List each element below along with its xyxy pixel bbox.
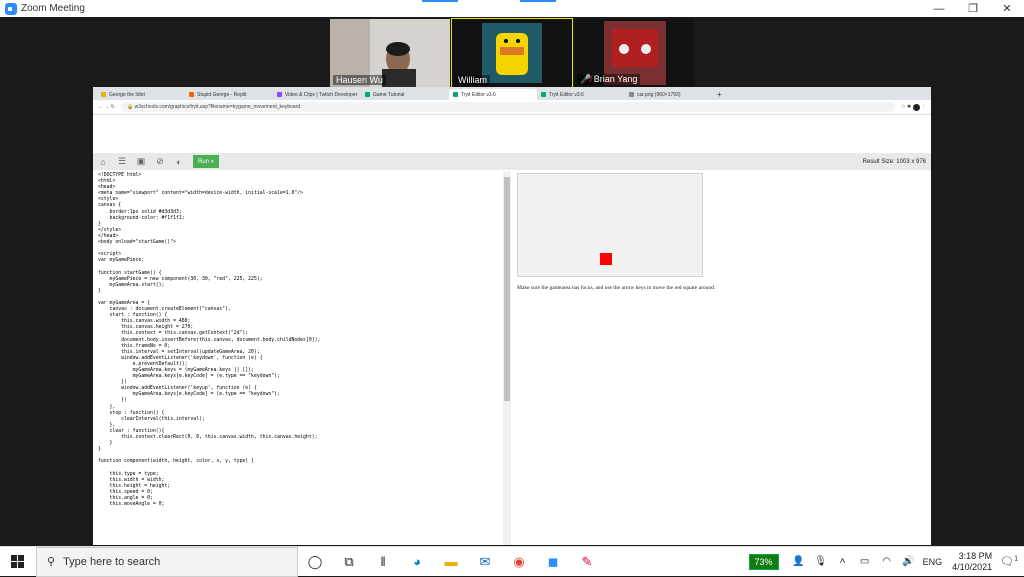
browser-tab-active[interactable]: Tryit Editor v3.6	[449, 89, 537, 100]
browser-tab[interactable]: Video & Clips | Twitch Developer	[273, 89, 361, 100]
taskbar-search-box[interactable]: ⚲ Type here to search	[36, 546, 298, 577]
back-icon[interactable]: ←	[98, 104, 103, 110]
notification-count: 1	[1014, 555, 1018, 563]
orientation-icon[interactable]: ⊘	[155, 156, 165, 167]
menu-kebab-icon[interactable]: ⋮	[921, 104, 926, 110]
language-indicator[interactable]: ENG	[923, 557, 943, 567]
code-editor[interactable]: <!DOCTYPE html> <html> <head> <meta name…	[93, 171, 511, 545]
task-view-icon[interactable]: ⧉	[332, 547, 366, 577]
reload-icon[interactable]: ↻	[111, 104, 115, 110]
tab-label: Tryit Editor v3.6	[461, 91, 496, 98]
forward-icon[interactable]: →	[104, 104, 109, 110]
participant-video-brian[interactable]: 🎤̸ Brian Yang	[574, 19, 694, 87]
run-button[interactable]: Run »	[193, 155, 220, 168]
tab-label: Tryit Editor v3.6	[549, 91, 584, 98]
browser-tab[interactable]: car.png (960×1793)	[625, 89, 713, 100]
windows-logo-icon	[11, 554, 24, 568]
cortana-icon[interactable]: ◯	[298, 547, 332, 577]
chrome-icon[interactable]: ◉	[502, 547, 536, 577]
tab-label: Video & Clips | Twitch Developer	[285, 91, 358, 98]
clock-date: 4/10/2021	[952, 561, 993, 572]
participant-name: William	[455, 75, 490, 85]
tryit-toolbar: ⌂ ☰ ▣ ⊘ ◐ Run » Result Size: 1003 x 976	[93, 153, 931, 170]
notification-icon[interactable]: 🗨1	[1000, 555, 1018, 568]
participant-name-text: Brian Yang	[593, 74, 638, 84]
browser-tab[interactable]: Game Tutorial	[361, 89, 449, 100]
tab-favicon-icon	[365, 92, 370, 97]
result-instructions: Make sure the gamearea has focus, and us…	[517, 285, 716, 291]
minimize-button[interactable]: —	[922, 0, 956, 17]
scrollbar-thumb[interactable]	[504, 177, 510, 401]
participant-name: Hausen Wu	[333, 75, 386, 85]
volume-icon[interactable]: 🔊	[901, 556, 917, 567]
participant-video-william[interactable]: William	[451, 18, 573, 88]
search-icon: ⚲	[47, 556, 56, 568]
tab-favicon-icon	[101, 92, 106, 97]
tab-label: Stupid George - Replit	[197, 91, 247, 98]
bookmark-star-icon[interactable]: ☆	[901, 104, 905, 110]
tab-strip: George the Idiot Stupid George - Replit …	[93, 87, 931, 100]
tab-label: George the Idiot	[109, 91, 145, 98]
participant-video-hausen[interactable]: Hausen Wu	[330, 19, 450, 87]
muted-mic-icon: 🎤̸	[580, 74, 592, 84]
browser-tab[interactable]: Tryit Editor v3.6	[537, 89, 625, 100]
home-icon[interactable]: ⌂	[98, 157, 108, 167]
tab-favicon-icon	[541, 92, 546, 97]
tab-favicon-icon	[629, 92, 634, 97]
red-game-piece	[600, 253, 612, 265]
zoom-share-indicator-2	[520, 0, 556, 2]
file-explorer-icon[interactable]: ▬	[434, 547, 468, 577]
tab-favicon-icon	[189, 92, 194, 97]
result-pane: Make sure the gamearea has focus, and us…	[515, 171, 931, 545]
tab-favicon-icon	[277, 92, 282, 97]
chevron-up-icon[interactable]: ˄	[835, 556, 851, 567]
start-button[interactable]	[0, 547, 36, 577]
close-button[interactable]: ✕	[990, 0, 1024, 17]
taskbar-separator-icon: ‖	[380, 554, 386, 569]
editor-scrollbar[interactable]	[503, 171, 511, 545]
menu-icon[interactable]: ☰	[117, 156, 127, 167]
new-tab-icon[interactable]: +	[713, 90, 726, 100]
theme-toggle-icon[interactable]: ◐	[174, 157, 184, 167]
windows-taskbar: ⚲ Type here to search ◯ ⧉ ‖ ◕ ▬ ✉ ◉ ◼ ✎ …	[0, 546, 1024, 577]
tab-label: Game Tutorial	[373, 91, 405, 98]
clock-time: 3:18 PM	[958, 550, 993, 561]
code-text[interactable]: <!DOCTYPE html> <html> <head> <meta name…	[93, 171, 509, 508]
zoom-share-indicator	[422, 0, 458, 2]
person-icon[interactable]: 👤	[791, 556, 807, 567]
game-canvas[interactable]	[517, 173, 703, 277]
mail-icon[interactable]: ✉	[468, 547, 502, 577]
battery-indicator[interactable]: 73%	[748, 553, 779, 570]
chrome-window: George the Idiot Stupid George - Replit …	[93, 87, 931, 545]
ad-space	[93, 115, 931, 153]
result-size-label: Result Size: 1003 x 976	[862, 158, 926, 165]
clock[interactable]: 3:18 PM 4/10/2021	[952, 551, 992, 573]
tab-favicon-icon	[453, 92, 458, 97]
battery-icon[interactable]: ▭	[857, 556, 873, 567]
address-bar-row: ← → ↻ 🔒 w3schools.com/graphics/tryit.asp…	[93, 100, 931, 115]
zoom-app-icon[interactable]: ◼	[536, 547, 570, 577]
browser-tab[interactable]: George the Idiot	[97, 89, 185, 100]
profile-avatar[interactable]	[912, 103, 920, 111]
zoom-logo-icon	[5, 2, 17, 15]
save-icon[interactable]: ▣	[136, 156, 146, 167]
restore-button[interactable]: ❐	[956, 0, 990, 17]
paint-icon[interactable]: ✎	[570, 547, 604, 577]
url-text: w3schools.com/graphics/tryit.asp?filenam…	[134, 104, 301, 110]
wifi-icon[interactable]: ◠	[879, 556, 895, 567]
url-field[interactable]: 🔒 w3schools.com/graphics/tryit.asp?filen…	[120, 102, 896, 112]
zoom-title-bar: Zoom Meeting — ❐ ✕	[0, 0, 1024, 17]
zoom-window-title: Zoom Meeting	[21, 3, 85, 14]
participant-strip: Hausen Wu William 🎤̸ Brian Yang	[330, 18, 694, 88]
extensions-icon[interactable]: ✱	[907, 104, 911, 110]
microphone-icon[interactable]: 🎙	[813, 556, 829, 567]
edge-icon[interactable]: ◕	[400, 547, 434, 577]
participant-name: 🎤̸ Brian Yang	[577, 74, 641, 85]
lock-icon: 🔒	[126, 104, 134, 110]
tab-label: car.png (960×1793)	[637, 91, 681, 98]
search-placeholder: Type here to search	[63, 555, 161, 568]
browser-tab[interactable]: Stupid George - Replit	[185, 89, 273, 100]
